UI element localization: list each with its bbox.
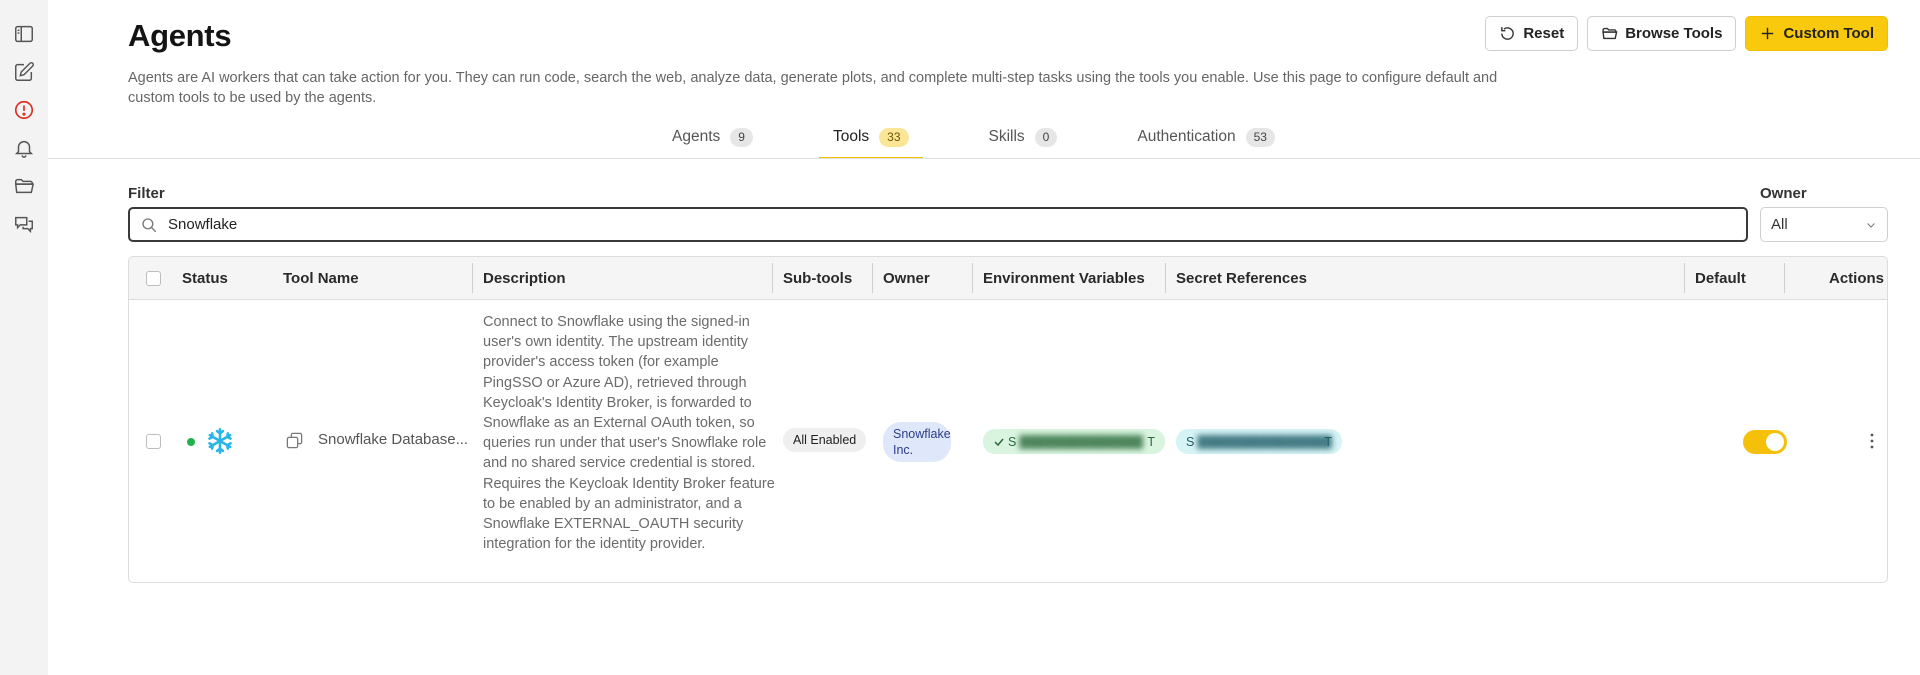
select-all-checkbox[interactable] [146,270,161,286]
row-select-cell [146,434,161,449]
secret-ref-badge[interactable]: S ████████████████ T [1176,429,1342,454]
env-var-badge[interactable]: S ██████████████ T [983,429,1165,454]
tab-label: Tools [832,128,870,145]
browse-tools-label: Browse Tools [1625,25,1723,42]
main-content: Agents Agents are AI workers that can ta… [48,0,1920,675]
default-toggle[interactable] [1743,430,1787,454]
filter-field[interactable] [128,207,1748,242]
column-separator[interactable] [872,263,873,293]
filter-label: Filter [128,185,165,202]
tab-count-badge: 0 [1034,128,1058,147]
env-var-redacted: ██████████████ [1019,434,1144,449]
tab-skills[interactable]: Skills 0 [975,124,1072,158]
tab-count-badge: 53 [1245,128,1275,147]
tab-bar: Agents 9 Tools 33 Skills 0 Authenticatio… [658,124,1341,159]
column-header-env-vars[interactable]: Environment Variables [983,257,1145,299]
status-active-dot [187,438,195,446]
owner-cell: Snowflake Inc. [883,422,951,462]
secret-ref-redacted: ████████████████ [1197,434,1332,449]
column-separator[interactable] [1684,263,1685,293]
custom-tool-button[interactable]: Custom Tool [1745,16,1888,51]
tab-count-badge: 9 [730,128,753,147]
owner-badge: Snowflake Inc. [883,422,951,462]
secret-ref-first-char: S [1186,434,1195,449]
owner-label: Owner [1760,185,1807,202]
env-var-last-char: T [1147,434,1155,449]
column-header-tool-name[interactable]: Tool Name [283,257,359,299]
chat-bubbles-icon[interactable] [10,210,38,238]
plus-icon [1762,27,1774,40]
column-separator[interactable] [472,263,473,293]
more-vertical-icon [1870,433,1874,449]
owner-select[interactable]: All [1760,207,1888,242]
column-header-secret-refs[interactable]: Secret References [1176,257,1307,299]
chevron-down-icon [1867,222,1875,228]
custom-tool-label: Custom Tool [1783,25,1874,42]
secret-ref-last-char: T [1324,434,1332,449]
subtools-cell: All Enabled [783,428,867,452]
tab-label: Authentication [1137,128,1236,145]
tab-label: Skills [988,128,1025,145]
row-checkbox[interactable] [146,434,161,449]
env-var-first-char: S [1008,434,1017,449]
select-all-cell [146,257,161,299]
row-actions-menu[interactable] [1863,430,1881,452]
tab-count-badge: 33 [879,128,909,147]
page-description: Agents are AI workers that can take acti… [128,70,1498,106]
tool-name-cell[interactable]: Snowflake Database... [318,431,468,448]
filter-input[interactable] [166,215,1670,234]
column-separator[interactable] [1165,263,1166,293]
column-separator[interactable] [972,263,973,293]
owner-select-value: All [1771,216,1788,233]
left-rail [0,0,48,675]
page-title: Agents [128,18,232,53]
tab-label: Agents [672,128,721,145]
check-icon [994,438,1004,446]
description-cell: Connect to Snowflake using the signed-in… [483,314,775,553]
env-vars-cell: S ██████████████ T [983,429,1165,454]
alert-icon[interactable] [10,96,38,124]
column-separator[interactable] [772,263,773,293]
reset-icon [1501,27,1515,40]
column-header-subtools[interactable]: Sub-tools [783,257,852,299]
table-header: Status Tool Name Description Sub-tools O… [129,257,1887,300]
top-actions: Reset Browse Tools Custom Tool [1485,16,1888,51]
reset-button[interactable]: Reset [1485,16,1579,51]
bell-icon[interactable] [10,134,38,162]
tabs-divider [48,158,1920,159]
copy-icon[interactable] [285,431,304,450]
reset-label: Reset [1523,25,1565,42]
column-header-description[interactable]: Description [483,257,566,299]
table-row[interactable]: Snowflake Database... Connect to Snowfla… [129,300,1887,582]
default-cell [1743,430,1787,454]
tools-table: Status Tool Name Description Sub-tools O… [128,256,1888,583]
sidebar-toggle-icon[interactable] [10,20,38,48]
status-cell [187,438,195,446]
column-header-default[interactable]: Default [1695,257,1746,299]
tab-agents[interactable]: Agents 9 [658,124,767,158]
subtools-badge: All Enabled [783,428,867,452]
tab-tools[interactable]: Tools 33 [818,124,923,159]
column-header-actions: Actions [1829,269,1885,287]
folder-open-icon [1602,27,1618,40]
secret-refs-cell: S ████████████████ T [1176,429,1342,454]
search-icon [142,217,157,232]
browse-tools-button[interactable]: Browse Tools [1587,16,1737,51]
column-separator[interactable] [1784,263,1785,293]
column-header-status[interactable]: Status [182,257,228,299]
snowflake-logo-icon [206,427,234,455]
new-chat-icon[interactable] [10,58,38,86]
column-header-owner[interactable]: Owner [883,257,930,299]
folder-icon[interactable] [10,172,38,200]
tab-authentication[interactable]: Authentication 53 [1123,124,1289,158]
